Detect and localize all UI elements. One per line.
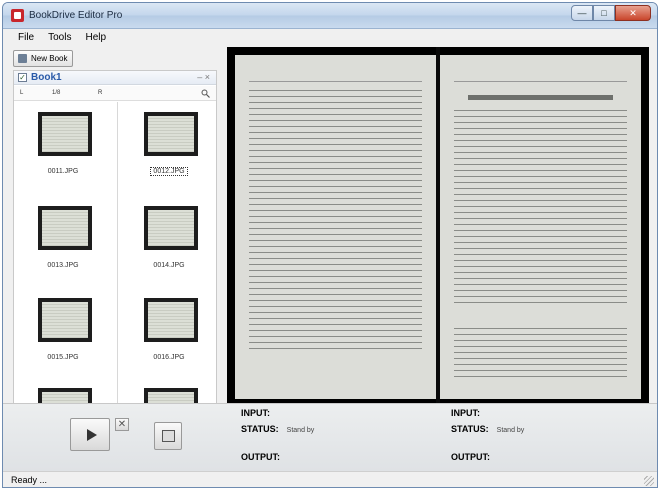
book-title[interactable]: Book1 (31, 72, 62, 83)
status-text: Ready ... (11, 475, 48, 485)
maximize-button[interactable]: □ (593, 5, 615, 21)
title-bar[interactable]: BookDrive Editor Pro — □ ✕ (3, 3, 657, 29)
left-status-label: STATUS: (241, 424, 279, 434)
right-output-row: OUTPUT: (451, 452, 490, 462)
right-input-row: INPUT: (451, 408, 480, 418)
status-bar: Ready ... (3, 471, 657, 487)
page-thumbnail-image (38, 206, 92, 250)
page-thumbnail-image (144, 206, 198, 250)
book-header: ✓ Book1 – × (14, 71, 216, 85)
menu-bar: File Tools Help (3, 29, 657, 47)
right-status-value: Stand by (496, 427, 525, 434)
left-status-panel: INPUT: STATUS: Stand by OUTPUT: (241, 408, 441, 468)
menu-help[interactable]: Help (78, 29, 113, 47)
left-page-rule (249, 81, 422, 82)
play-icon (87, 429, 97, 441)
minimize-button[interactable]: — (571, 5, 593, 21)
right-status-row: STATUS: Stand by (451, 424, 524, 434)
right-page-text-lower (454, 325, 627, 379)
page-thumbnail-image (144, 388, 198, 403)
app-logo-icon (11, 9, 24, 22)
left-output-row: OUTPUT: (241, 452, 280, 462)
left-page-image (235, 55, 436, 399)
thumbnail-item[interactable]: 0012.JPG (134, 112, 204, 192)
page-viewer[interactable] (227, 47, 649, 403)
stop-button[interactable]: ✕ (115, 418, 129, 431)
nav-right-button[interactable]: R (98, 88, 102, 98)
left-status-row: STATUS: Stand by (241, 424, 314, 434)
search-icon[interactable] (201, 89, 210, 98)
scan-button[interactable] (154, 422, 182, 450)
right-status-panel: INPUT: STATUS: Stand by OUTPUT: (451, 408, 651, 468)
thumbnail-label: 0014.JPG (153, 262, 185, 269)
thumbnail-item[interactable]: 0014.JPG (134, 206, 204, 286)
right-page-text-upper (454, 107, 627, 307)
thumbnail-item[interactable]: 0011.JPG (28, 112, 98, 192)
window-title: BookDrive Editor Pro (29, 10, 123, 21)
left-input-label: INPUT: (241, 408, 270, 418)
book-icon (18, 54, 27, 63)
left-output-label: OUTPUT: (241, 452, 280, 462)
thumbnail-item[interactable]: 0015.JPG (28, 298, 98, 378)
thumbnail-label: 0016.JPG (153, 354, 185, 361)
window-controls: — □ ✕ (571, 5, 651, 21)
right-input-label: INPUT: (451, 408, 480, 418)
nav-left-button[interactable]: L (20, 88, 23, 98)
thumbnail-label: 0011.JPG (47, 168, 79, 175)
resize-grip-icon[interactable] (644, 476, 654, 486)
book-collapse-icon[interactable]: – × (197, 72, 210, 82)
menu-file[interactable]: File (11, 29, 41, 47)
left-page-text (249, 87, 422, 351)
thumbnail-label: 0015.JPG (47, 354, 79, 361)
app-window: BookDrive Editor Pro — □ ✕ File Tools He… (2, 2, 658, 488)
page-thumbnail-image (38, 112, 92, 156)
page-thumbnail-image (144, 298, 198, 342)
right-page-rule (454, 81, 627, 82)
thumbnail-item-partial[interactable] (28, 388, 98, 403)
scanner-icon (162, 430, 175, 442)
thumbnail-item[interactable]: 0013.JPG (28, 206, 98, 286)
thumbnail-item-partial[interactable] (134, 388, 204, 403)
thumbnail-list[interactable]: 0011.JPG 0012.JPG 0013.JPG 0014.JPG 0015… (14, 102, 216, 403)
right-page-image (440, 55, 641, 399)
page-thumbnail-image (38, 388, 92, 403)
right-page-chapter-title (468, 95, 613, 100)
toolbar: New Book (3, 47, 225, 69)
left-input-row: INPUT: (241, 408, 270, 418)
right-status-label: STATUS: (451, 424, 489, 434)
thumbnail-label: 0013.JPG (47, 262, 79, 269)
page-nav: L 1/8 R (14, 86, 216, 101)
right-output-label: OUTPUT: (451, 452, 490, 462)
new-book-button[interactable]: New Book (13, 50, 74, 67)
page-thumbnail-image (38, 298, 92, 342)
book-panel: ✓ Book1 – × L 1/8 R 0011.JPG 0012.JPG 00… (13, 70, 217, 404)
book-checkbox[interactable]: ✓ (18, 73, 27, 82)
thumbnail-label: 0012.JPG (134, 167, 204, 176)
play-button[interactable] (70, 418, 110, 451)
page-thumbnail-image (144, 112, 198, 156)
nav-page-indicator: 1/8 (52, 90, 61, 96)
thumbnail-item[interactable]: 0016.JPG (134, 298, 204, 378)
new-book-label: New Book (31, 54, 68, 63)
left-page-header (249, 71, 422, 77)
left-status-value: Stand by (286, 427, 315, 434)
menu-tools[interactable]: Tools (41, 29, 78, 47)
control-panel: ✕ INPUT: STATUS: Stand by OUTPUT: INPUT: … (3, 403, 657, 471)
close-button[interactable]: ✕ (615, 5, 651, 21)
column-divider (117, 102, 118, 403)
